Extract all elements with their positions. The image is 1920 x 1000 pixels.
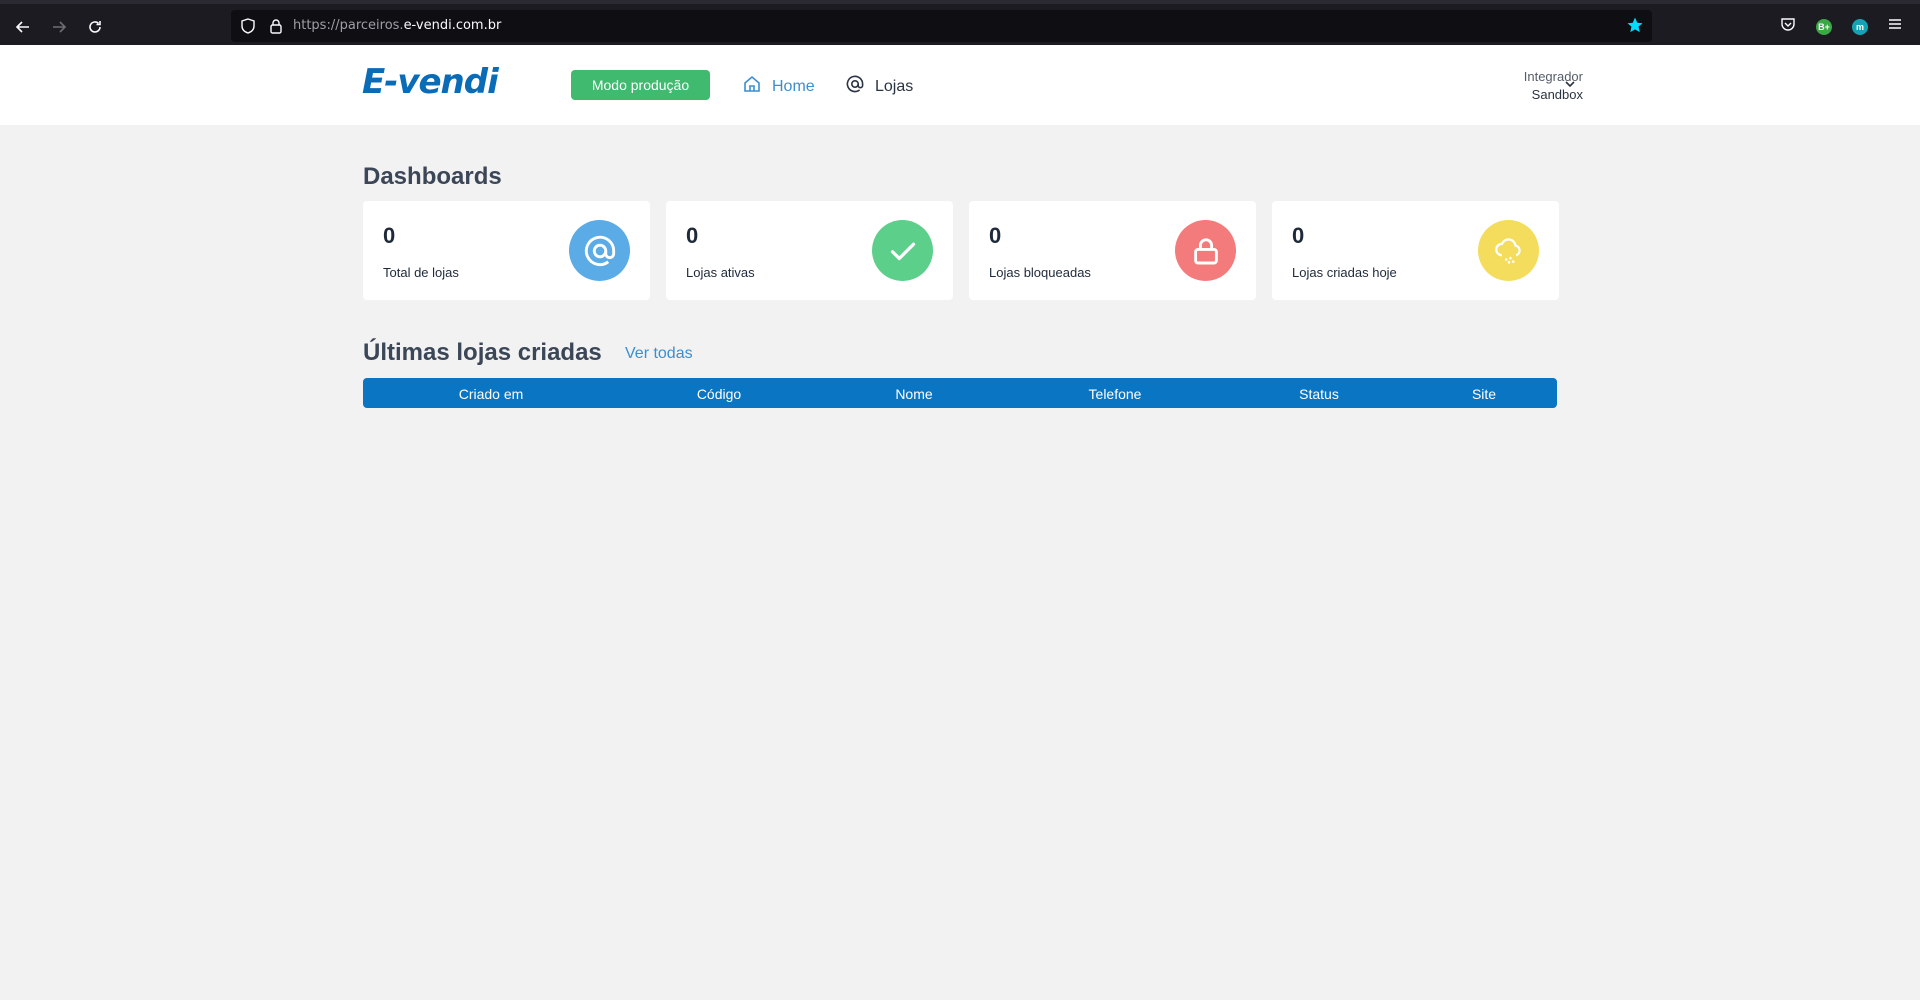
card-label: Lojas bloqueadas bbox=[989, 265, 1091, 280]
column-header-code[interactable]: Código bbox=[697, 386, 741, 402]
browser-toolbar: https://parceiros.e-vendi.com.br B+ m bbox=[0, 0, 1920, 45]
check-icon bbox=[872, 220, 933, 281]
shield-icon[interactable] bbox=[239, 17, 257, 35]
card-label: Lojas criadas hoje bbox=[1292, 265, 1397, 280]
at-icon bbox=[569, 220, 630, 281]
column-header-phone[interactable]: Telefone bbox=[1089, 386, 1142, 402]
nav-lojas-label: Lojas bbox=[875, 77, 914, 95]
table-header: Criado em Código Nome Telefone Status Si… bbox=[363, 378, 1557, 408]
url-text: https://parceiros.e-vendi.com.br bbox=[293, 18, 502, 33]
extension-icon[interactable]: B+ bbox=[1816, 19, 1832, 35]
column-header-created[interactable]: Criado em bbox=[459, 386, 524, 402]
address-bar[interactable]: https://parceiros.e-vendi.com.br bbox=[231, 10, 1652, 42]
back-icon[interactable] bbox=[10, 14, 36, 40]
card-lojas-bloqueadas: 0 Lojas bloqueadas bbox=[969, 201, 1256, 300]
see-all-link[interactable]: Ver todas bbox=[625, 345, 693, 363]
home-icon bbox=[742, 74, 762, 99]
card-value: 0 bbox=[1292, 223, 1305, 248]
card-value: 0 bbox=[383, 223, 396, 248]
pocket-icon[interactable] bbox=[1779, 16, 1799, 36]
reload-icon[interactable] bbox=[82, 14, 108, 40]
column-header-name[interactable]: Nome bbox=[895, 386, 932, 402]
dashboards-title: Dashboards bbox=[363, 163, 502, 190]
lock-icon bbox=[1175, 220, 1236, 281]
menu-icon[interactable] bbox=[1887, 16, 1907, 36]
card-label: Lojas ativas bbox=[686, 265, 755, 280]
card-value: 0 bbox=[989, 223, 1002, 248]
bookmark-star-icon[interactable] bbox=[1626, 16, 1644, 39]
dashboard-cards: 0 Total de lojas 0 Lojas ativas 0 Lojas … bbox=[363, 201, 1559, 300]
nav-home-label: Home bbox=[772, 77, 815, 95]
chevron-down-icon[interactable] bbox=[1564, 77, 1576, 95]
column-header-site[interactable]: Site bbox=[1472, 386, 1496, 402]
card-label: Total de lojas bbox=[383, 265, 459, 280]
extension-icon[interactable]: m bbox=[1852, 19, 1868, 35]
production-mode-button[interactable]: Modo produção bbox=[571, 70, 710, 100]
column-header-status[interactable]: Status bbox=[1299, 386, 1339, 402]
card-value: 0 bbox=[686, 223, 699, 248]
nav-home[interactable]: Home bbox=[742, 74, 815, 99]
forward-icon[interactable] bbox=[46, 14, 72, 40]
card-lojas-criadas-hoje: 0 Lojas criadas hoje bbox=[1272, 201, 1559, 300]
nav-lojas[interactable]: Lojas bbox=[845, 74, 913, 99]
lock-icon[interactable] bbox=[267, 17, 285, 35]
card-total-lojas: 0 Total de lojas bbox=[363, 201, 650, 300]
at-icon bbox=[845, 74, 865, 99]
app-header: E-vendi Modo produção Home Lojas Integra… bbox=[0, 45, 1920, 125]
card-lojas-ativas: 0 Lojas ativas bbox=[666, 201, 953, 300]
cloud-icon bbox=[1478, 220, 1539, 281]
latest-stores-title: Últimas lojas criadas bbox=[363, 339, 602, 366]
logo[interactable]: E-vendi bbox=[362, 62, 499, 102]
